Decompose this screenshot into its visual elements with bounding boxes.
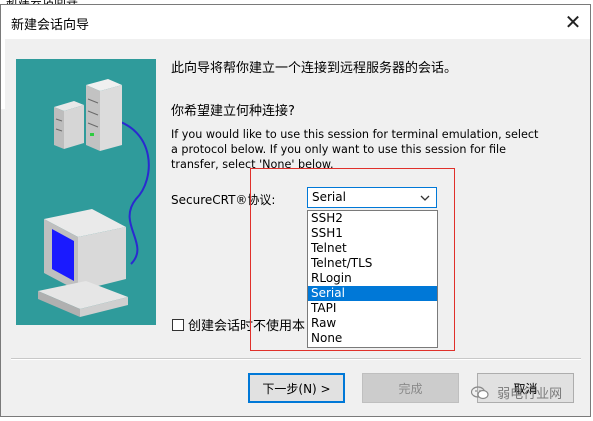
server-icon (86, 79, 122, 151)
close-icon: ✕ (564, 10, 582, 34)
wechat-icon (471, 385, 489, 399)
watermark: 弱电行业网 (471, 383, 562, 402)
annotation-highlight-box (250, 168, 455, 351)
server-icon (54, 101, 84, 149)
network-illustration (38, 79, 150, 317)
close-button[interactable]: ✕ (560, 9, 586, 35)
next-button[interactable]: 下一步(N) > (248, 373, 345, 403)
watermark-text: 弱电行业网 (497, 387, 563, 402)
button-separator (11, 358, 581, 360)
finish-button[interactable]: 完成 (362, 373, 459, 403)
title-bar[interactable]: 新建会话向导 ✕ (1, 5, 590, 39)
protocol-description: If you would like to use this session fo… (171, 128, 539, 171)
no-wizard-checkbox[interactable] (172, 318, 184, 331)
wizard-intro-text: 此向导将帮你建立一个连接到远程服务器的会话。 (171, 61, 458, 76)
new-session-wizard-dialog: 新建会话向导 ✕ 此向导将帮你建立一个连接到远程服务器的会话。 你希望建立何种连… (0, 4, 591, 417)
computer-icon (38, 209, 128, 317)
wizard-illustration (16, 59, 156, 325)
left-edge-strip (1, 39, 5, 109)
connection-question: 你希望建立何种连接? (171, 104, 295, 119)
dialog-title: 新建会话向导 (11, 18, 90, 33)
